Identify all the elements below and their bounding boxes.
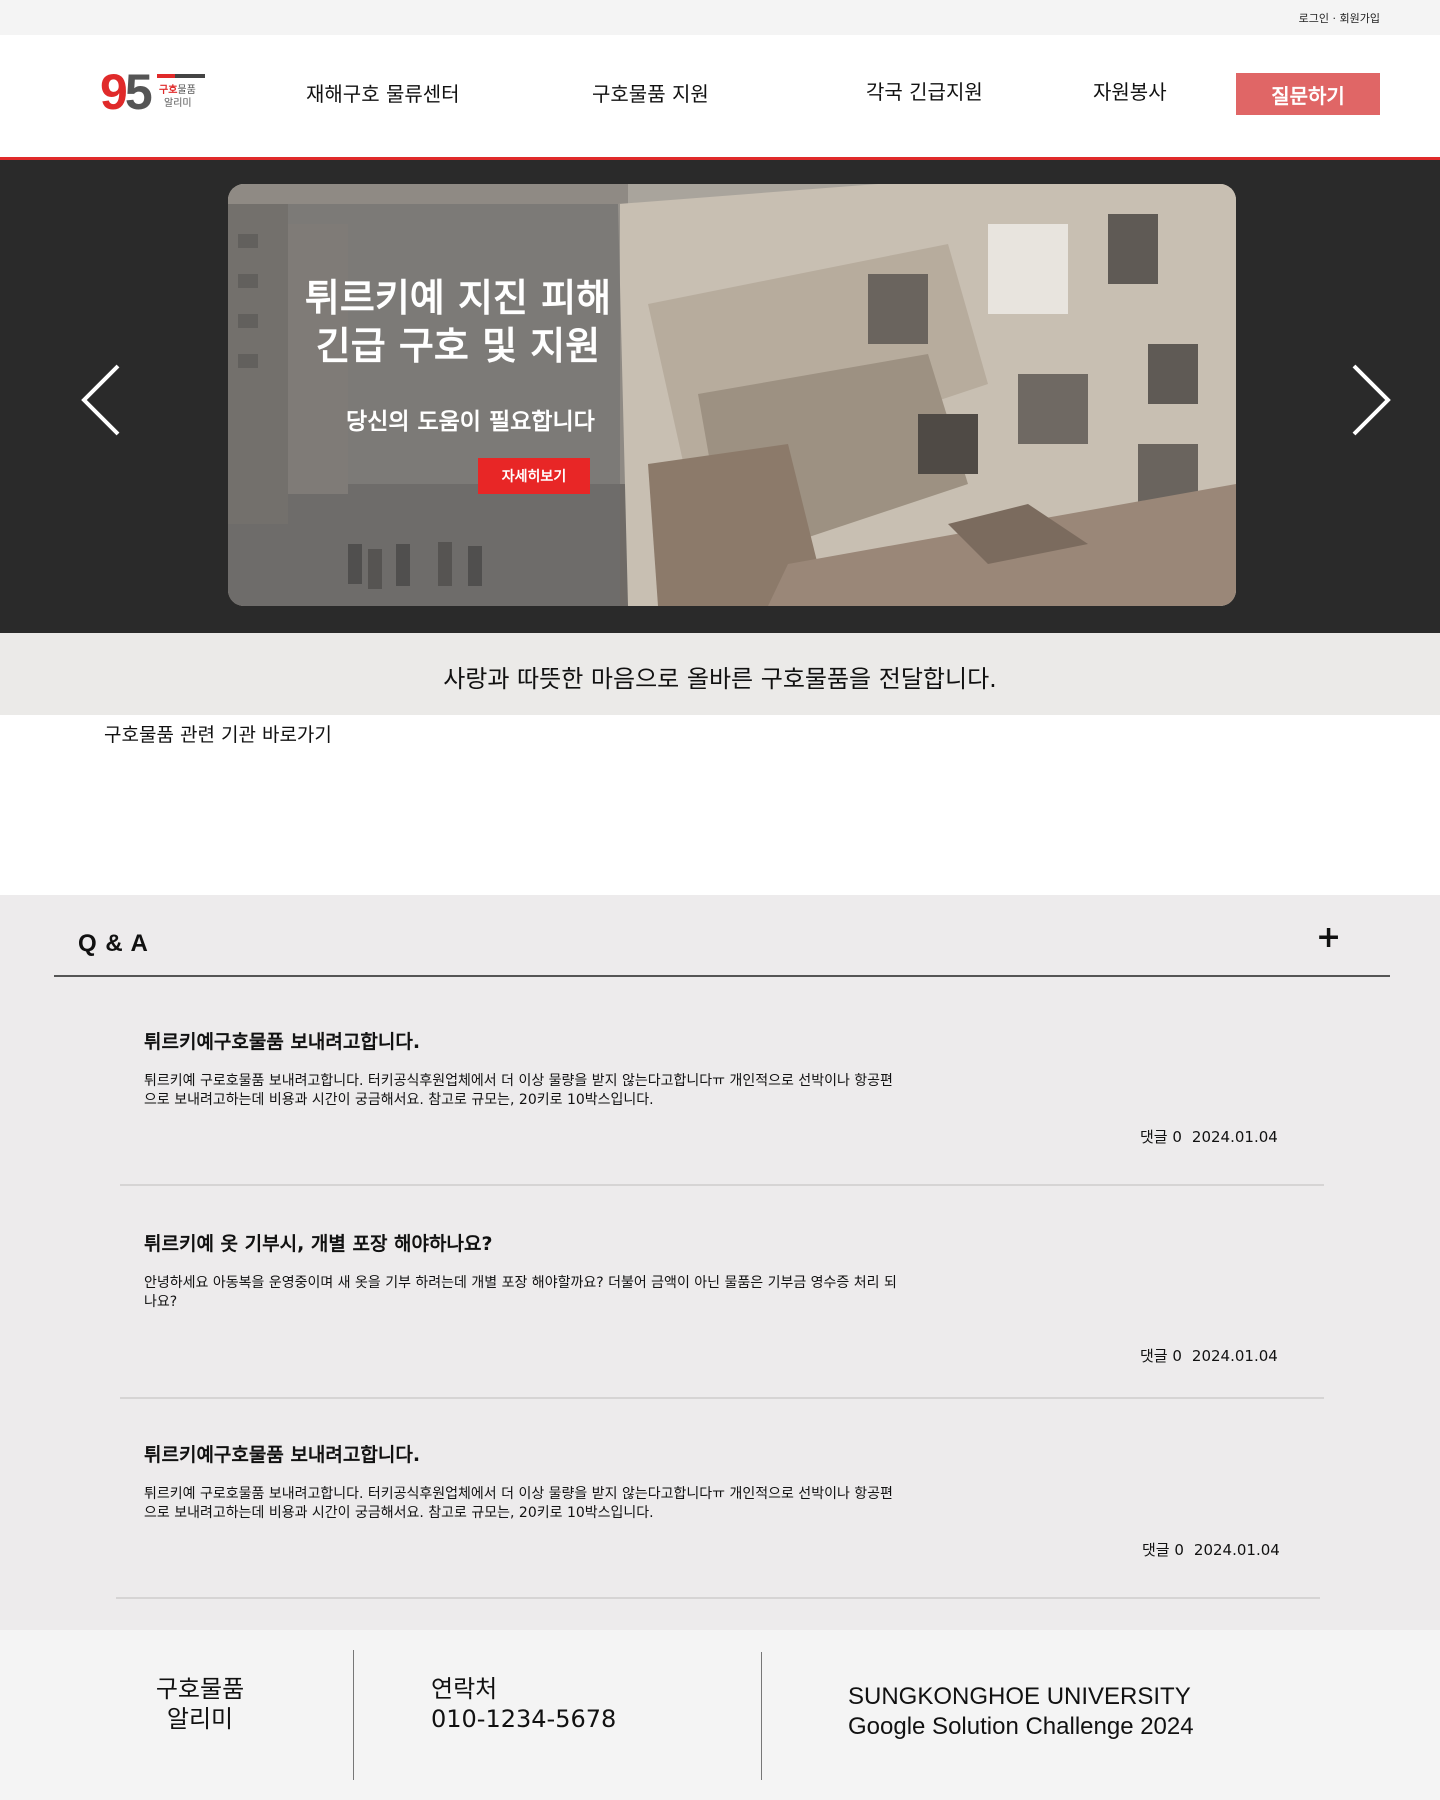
post-meta: 댓글 0 2024.01.04	[1140, 1345, 1278, 1366]
post-body: 안녕하세요 아동복을 운영중이며 새 옷을 기부 하려는데 개별 포장 해야할까…	[144, 1275, 897, 1310]
chevron-right-icon	[1352, 364, 1391, 436]
auth-divider: ·	[1332, 12, 1337, 25]
qna-post[interactable]: 튀르키예구호물품 보내려고합니다. 튀르키예 구로호물품 보내려고합니다. 터키…	[144, 1027, 904, 1110]
post-date: 2024.01.04	[1191, 1347, 1278, 1365]
footer-contact-label: 연락처	[431, 1675, 498, 1703]
qna-title: Q & A	[78, 930, 149, 957]
post-separator	[116, 1597, 1320, 1599]
post-title: 튀르키예 옷 기부시, 개별 포장 해야하나요?	[144, 1233, 493, 1255]
hero-carousel: 튀르키예 지진 피해 긴급 구호 및 지원 당신의 도움이 필요합니다 자세히보…	[0, 160, 1440, 633]
post-title: 튀르키예구호물품 보내려고합니다.	[144, 1031, 421, 1053]
add-question-icon[interactable]: +	[1316, 923, 1341, 953]
hero-title-line1: 튀르키예 지진 피해	[304, 276, 612, 320]
post-body: 튀르키예 구로호물품 보내려고합니다. 터키공식후원업체에서 더 이상 물량을 …	[144, 1486, 893, 1521]
carousel-next-button[interactable]	[1340, 360, 1400, 440]
post-body: 튀르키예 구로호물품 보내려고합니다. 터키공식후원업체에서 더 이상 물량을 …	[144, 1073, 893, 1108]
login-link[interactable]: 로그인	[1299, 12, 1329, 25]
footer-contact: 연락처 010-1234-5678	[431, 1674, 616, 1734]
hero-more-button[interactable]: 자세히보기	[478, 458, 590, 494]
site-footer: 구호물품 알리미 연락처 010-1234-5678 SUNGKONGHOE U…	[0, 1630, 1440, 1800]
qna-section: Q & A + 튀르키예구호물품 보내려고합니다. 튀르키예 구로호물품 보내려…	[0, 895, 1440, 1630]
site-logo[interactable]: 95 구호물품 알리미	[100, 64, 210, 120]
footer-brand-line1: 구호물품	[155, 1675, 245, 1703]
hero-title: 튀르키예 지진 피해 긴급 구호 및 지원	[268, 274, 648, 370]
qna-divider	[54, 975, 1390, 977]
nav-item-supplies-support[interactable]: 구호물품 지원	[592, 78, 709, 107]
logo-number-5: 5	[124, 64, 153, 120]
hero-subtitle: 당신의 도움이 필요합니다	[346, 409, 595, 435]
signup-link[interactable]: 회원가입	[1340, 12, 1380, 25]
footer-divider	[353, 1650, 354, 1780]
post-meta: 댓글 0 2024.01.04	[1140, 1126, 1278, 1147]
logo-number: 95	[100, 63, 153, 121]
footer-brand-line2: 알리미	[166, 1705, 234, 1733]
nav-item-logistics-center[interactable]: 재해구호 물류센터	[306, 78, 460, 107]
carousel-prev-button[interactable]	[72, 360, 132, 440]
post-comment-count: 댓글 0	[1142, 1541, 1184, 1559]
logo-bar	[157, 74, 205, 78]
post-date: 2024.01.04	[1191, 1128, 1278, 1146]
footer-org-line1: SUNGKONGHOE UNIVERSITY	[848, 1683, 1191, 1710]
slogan-band: 사랑과 따뜻한 마음으로 올바른 구호물품을 전달합니다.	[0, 633, 1440, 715]
logo-number-9: 9	[100, 64, 128, 120]
auth-links: 로그인 · 회원가입	[1299, 10, 1380, 26]
post-comment-count: 댓글 0	[1140, 1347, 1182, 1365]
hero-title-line2: 긴급 구호 및 지원	[315, 324, 601, 368]
footer-brand: 구호물품 알리미	[140, 1674, 260, 1734]
post-title: 튀르키예구호물품 보내려고합니다.	[144, 1444, 421, 1466]
organizations-title: 구호물품 관련 기관 바로가기	[104, 724, 332, 746]
hero-slide: 튀르키예 지진 피해 긴급 구호 및 지원 당신의 도움이 필요합니다 자세히보…	[228, 184, 1236, 606]
qna-post[interactable]: 튀르키예구호물품 보내려고합니다. 튀르키예 구로호물품 보내려고합니다. 터키…	[144, 1440, 904, 1523]
post-meta: 댓글 0 2024.01.04	[1142, 1539, 1280, 1560]
post-date: 2024.01.04	[1193, 1541, 1280, 1559]
footer-divider	[761, 1652, 762, 1780]
qna-post[interactable]: 튀르키예 옷 기부시, 개별 포장 해야하나요? 안녕하세요 아동복을 운영중이…	[144, 1229, 904, 1312]
chevron-left-icon	[81, 364, 120, 436]
post-separator	[120, 1397, 1324, 1399]
slogan-text: 사랑과 따뜻한 마음으로 올바른 구호물품을 전달합니다.	[443, 665, 997, 693]
ask-question-button[interactable]: 질문하기	[1236, 73, 1380, 115]
nav-item-volunteer[interactable]: 자원봉사	[1093, 76, 1167, 105]
footer-org-line2: Google Solution Challenge 2024	[848, 1713, 1194, 1740]
site-header: 95 구호물품 알리미 재해구호 물류센터 구호물품 지원 각국 긴급지원 자원…	[0, 35, 1440, 160]
footer-contact-phone: 010-1234-5678	[431, 1705, 617, 1733]
top-utility-bar: 로그인 · 회원가입	[0, 0, 1440, 35]
nav-item-emergency-aid[interactable]: 각국 긴급지원	[866, 76, 983, 105]
post-comment-count: 댓글 0	[1140, 1128, 1182, 1146]
post-separator	[120, 1184, 1324, 1186]
footer-organization: SUNGKONGHOE UNIVERSITY Google Solution C…	[848, 1682, 1194, 1742]
logo-line2: 알리미	[164, 98, 192, 109]
